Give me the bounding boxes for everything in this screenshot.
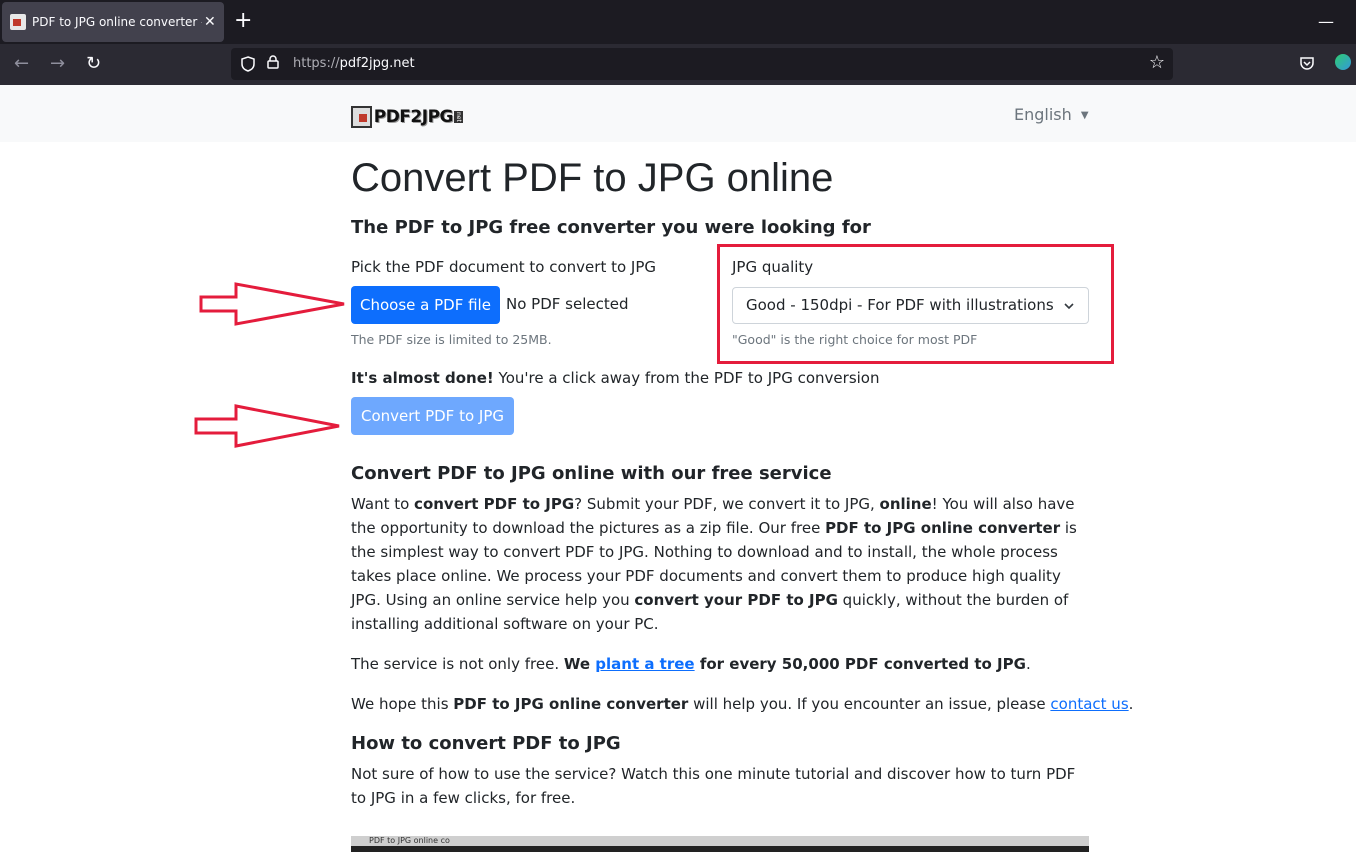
forward-arrow-icon[interactable]: → [50,53,65,75]
url-scheme: https:// [293,56,340,71]
service-heading: Convert PDF to JPG online with our free … [351,463,832,484]
contact-text-4: . [1128,695,1134,713]
plant-a-tree-link[interactable]: plant a tree [595,655,694,673]
choose-pdf-button[interactable]: Choose a PDF file [351,286,500,324]
chevron-down-icon [1064,303,1074,310]
logo-text: PDF2JPG [373,107,454,127]
tree-text-4: . [1025,655,1031,673]
caret-down-icon: ▼ [1080,110,1089,121]
service-paragraph: Want to convert PDF to JPG? Submit your … [351,492,1091,636]
size-limit-help: The PDF size is limited to 25MB. [351,332,552,347]
how-to-heading: How to convert PDF to JPG [351,733,621,754]
page-subtitle: The PDF to JPG free converter you were l… [351,217,871,238]
service-text-run: online [879,495,932,513]
almost-done-rest: You're a click away from the PDF to JPG … [493,369,880,387]
browser-tab-bar: PDF to JPG online converter - Co ✕ + — [0,0,1356,44]
convert-button[interactable]: Convert PDF to JPG [351,397,514,435]
tutorial-paragraph: Not sure of how to use the service? Watc… [351,765,1076,807]
almost-done-text: It's almost done! You're a click away fr… [351,369,879,387]
logo-image-icon [351,106,372,128]
tree-text-1: The service is not only free. [351,655,564,673]
language-dropdown[interactable]: English ▼ [1014,105,1089,124]
service-text-run: convert your PDF to JPG [634,591,838,609]
close-tab-icon[interactable]: ✕ [204,14,216,30]
annotation-arrow-icon [194,404,340,448]
quality-help: "Good" is the right choice for most PDF [732,332,978,347]
page-title: Convert PDF to JPG online [351,156,834,200]
url-host: pdf2jpg.net [339,56,415,71]
tutorial-video[interactable]: PDF to JPG online co [351,836,1089,852]
reload-icon[interactable]: ↻ [86,53,101,75]
contact-text-3: will help you. If you encounter an issue… [688,695,1051,713]
site-logo[interactable]: PDF2JPG net [351,105,463,129]
selected-file-text: No PDF selected [506,295,629,313]
video-titlebar: PDF to JPG online co [351,836,1089,846]
tree-paragraph: The service is not only free. We plant a… [351,652,1091,676]
tree-text-2: We [563,655,596,673]
tab-title: PDF to JPG online converter - Co [32,15,202,29]
jpg-quality-label: JPG quality [732,258,814,276]
extension-icon[interactable] [1335,54,1351,70]
pick-pdf-label: Pick the PDF document to convert to JPG [351,258,657,276]
jpg-quality-value: Good - 150dpi - For PDF with illustratio… [746,296,1054,314]
shield-icon[interactable] [241,56,255,72]
browser-nav-bar: ← → ↻ https://pdf2jpg.net ☆ [0,44,1356,85]
site-header: PDF2JPG net English ▼ [0,85,1356,142]
service-text-run: PDF to JPG online converter [825,519,1061,537]
url-text[interactable]: https://pdf2jpg.net [293,56,415,71]
annotation-arrow-icon [199,282,345,326]
site-favicon-icon [10,14,26,30]
contact-paragraph: We hope this PDF to JPG online converter… [351,692,1133,716]
tree-text-3: for every 50,000 PDF converted to JPG [694,655,1026,673]
url-bar[interactable]: https://pdf2jpg.net ☆ [231,48,1173,80]
service-text-run: ? Submit your PDF, we convert it to JPG, [574,495,880,513]
service-text-run: convert PDF to JPG [414,495,575,513]
contact-text-2: PDF to JPG online converter [453,695,689,713]
service-text-run: Want to [351,495,415,513]
lock-icon[interactable] [267,55,279,69]
language-label: English [1014,105,1072,124]
logo-tld: net [454,111,463,123]
contact-us-link[interactable]: contact us [1050,695,1128,713]
video-title: PDF to JPG online co [369,836,450,845]
back-arrow-icon[interactable]: ← [14,53,29,75]
contact-text-1: We hope this [351,695,454,713]
jpg-quality-select[interactable]: Good - 150dpi - For PDF with illustratio… [732,287,1089,324]
browser-tab[interactable]: PDF to JPG online converter - Co ✕ [2,2,224,42]
minimize-window-button[interactable]: — [1318,12,1334,31]
pocket-icon[interactable] [1299,56,1315,72]
new-tab-button[interactable]: + [234,9,252,33]
almost-done-bold: It's almost done! [351,369,494,387]
bookmark-star-icon[interactable]: ☆ [1149,52,1165,73]
